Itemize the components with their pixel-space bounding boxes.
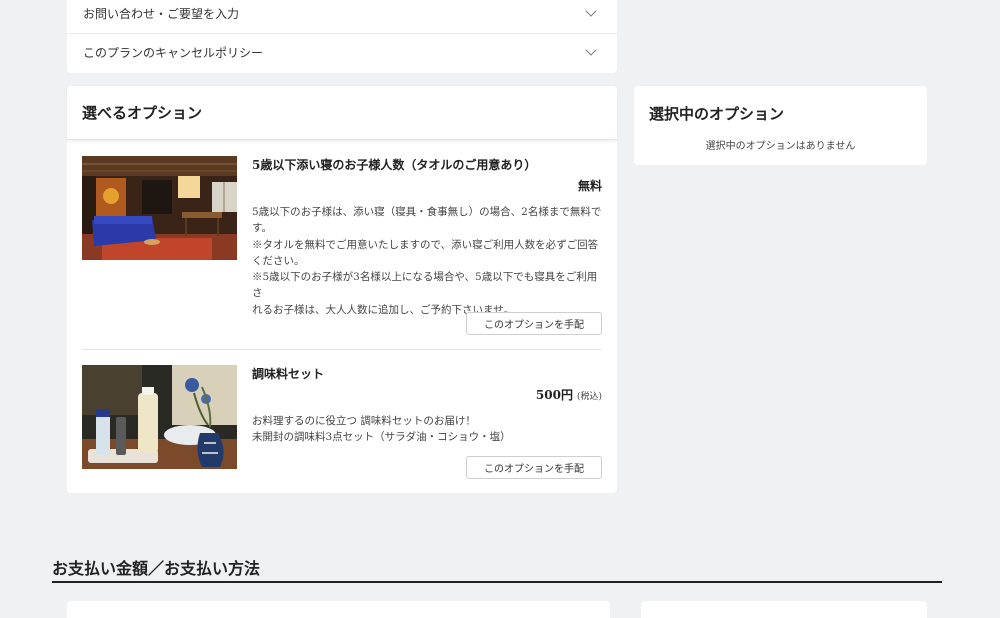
payment-amount-card bbox=[67, 601, 610, 618]
option-description-line: ※5歳以下のお子様が3名様以上になる場合や、5歳以下でも寝具をご利用さ bbox=[252, 271, 598, 300]
arrange-option-button[interactable]: このオプションを手配 bbox=[466, 312, 602, 335]
option-description-line: ください。 bbox=[252, 254, 305, 267]
options-card: 選べるオプション 5歳以下添い寝のお子様人数（タオルのご用意あり） 無料 5歳以… bbox=[67, 86, 617, 493]
option-item: 5歳以下添い寝のお子様人数（タオルのご用意あり） 無料 5歳以下のお子様は、添い… bbox=[82, 156, 602, 336]
selected-options-title: 選択中のオプション bbox=[649, 105, 785, 123]
room-interior-photo bbox=[82, 156, 237, 260]
option-description-line: ※タオルを無料でご用意いたしますので、添い寝ご利用人数を必ずご回答 bbox=[252, 238, 599, 251]
option-title: 調味料セット bbox=[252, 367, 325, 381]
chevron-down-icon bbox=[585, 4, 597, 17]
option-description-line: 5歳以下のお子様は、添い寝（寝具・食事無し）の場合、2名様まで無料で bbox=[252, 206, 602, 218]
option-description: お料理するのに役立つ 調味料セットのお届け！ 未開封の調味料3点セット（サラダ油… bbox=[252, 413, 602, 446]
chevron-down-icon bbox=[585, 44, 597, 56]
option-description-line: お料理するのに役立つ 調味料セットのお届け！ bbox=[252, 415, 476, 427]
option-description-line: す。 bbox=[252, 222, 272, 235]
option-tax-label: (税込) bbox=[576, 392, 602, 402]
inquiry-accordion-card: お問い合わせ・ご要望を入力 このプランのキャンセルポリシー bbox=[67, 0, 617, 73]
option-price: 500円 (税込) bbox=[536, 386, 602, 403]
arrange-option-button[interactable]: このオプションを手配 bbox=[466, 456, 602, 479]
option-description-line: 未開封の調味料3点セット（サラダ油・コショウ・塩） bbox=[252, 431, 511, 444]
selected-options-card: 選択中のオプション 選択中のオプションはありません bbox=[634, 86, 927, 165]
options-title: 選べるオプション bbox=[67, 86, 617, 140]
payment-section-heading: お支払い金額／お支払い方法 bbox=[52, 559, 261, 578]
option-item: 調味料セット 500円 (税込) お料理するのに役立つ 調味料セットのお届け！ 未… bbox=[82, 365, 602, 480]
option-divider bbox=[82, 349, 602, 350]
inquiry-accordion-toggle[interactable]: お問い合わせ・ご要望を入力 bbox=[67, 0, 617, 32]
option-title: 5歳以下添い寝のお子様人数（タオルのご用意あり） bbox=[252, 158, 537, 172]
payment-method-card bbox=[641, 601, 927, 618]
cancel-policy-accordion-label: このプランのキャンセルポリシー bbox=[83, 46, 264, 60]
option-price: 無料 bbox=[578, 177, 602, 194]
option-description: 5歳以下のお子様は、添い寝（寝具・食事無し）の場合、2名様まで無料で す。 ※タ… bbox=[252, 204, 602, 318]
inquiry-accordion-label: お問い合わせ・ご要望を入力 bbox=[83, 6, 240, 21]
payment-section-divider bbox=[52, 581, 942, 583]
option-price-value: 無料 bbox=[577, 179, 602, 193]
selected-options-empty-message: 選択中のオプションはありません bbox=[705, 141, 856, 152]
seasoning-set-photo bbox=[82, 365, 237, 469]
option-price-value: 500円 bbox=[535, 388, 573, 402]
cancel-policy-accordion-toggle[interactable]: このプランのキャンセルポリシー bbox=[67, 33, 617, 71]
